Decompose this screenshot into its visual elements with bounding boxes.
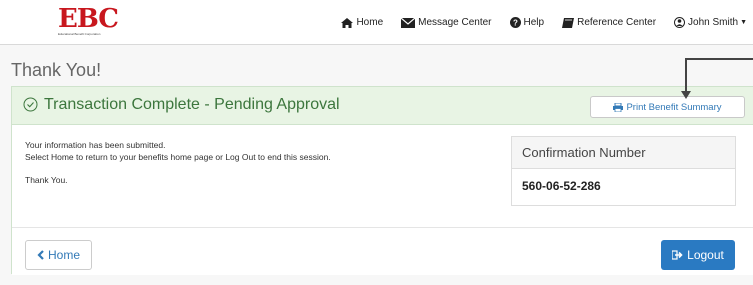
svg-text:?: ?	[513, 19, 518, 28]
message-line-1: Your information has been submitted.	[25, 140, 166, 150]
user-name: John Smith	[688, 17, 739, 28]
page-title: Thank You!	[11, 60, 102, 80]
panel-footer: Home Logout	[12, 227, 753, 275]
logout-button[interactable]: Logout	[661, 240, 735, 270]
confirmation-label: Confirmation Number	[512, 137, 735, 169]
nav-menu: Home Message Center ? Help Reference Cen…	[323, 0, 747, 45]
nav-home[interactable]: Home	[341, 17, 383, 28]
chevron-down-icon: ▼	[740, 19, 747, 26]
panel-heading: Transaction Complete - Pending Approval …	[12, 87, 753, 125]
chevron-left-icon	[37, 250, 44, 260]
check-circle-icon	[23, 97, 38, 112]
user-icon	[674, 17, 686, 28]
top-navbar: EBC Educational Benefit Corporation Home…	[0, 0, 753, 45]
confirmation-number: 560-06-52-286	[522, 179, 601, 193]
logo-text: EBC	[58, 4, 119, 34]
print-benefit-summary-button[interactable]: Print Benefit Summary	[590, 96, 745, 118]
sign-out-icon	[672, 250, 683, 260]
transaction-panel: Transaction Complete - Pending Approval …	[11, 86, 753, 275]
home-button[interactable]: Home	[25, 240, 92, 270]
home-icon	[341, 17, 354, 28]
confirmation-box: Confirmation Number 560-06-52-286	[511, 136, 736, 206]
nav-reference-center[interactable]: Reference Center	[562, 17, 656, 28]
nav-home-label: Home	[356, 17, 384, 28]
home-button-label: Home	[47, 248, 80, 262]
print-benefit-summary-label: Print Benefit Summary	[626, 101, 722, 113]
nav-help-label: Help	[523, 17, 545, 28]
message-line-3: Thank You.	[25, 175, 68, 185]
logo-subtitle: Educational Benefit Corporation	[58, 32, 101, 36]
logout-button-label: Logout	[687, 248, 724, 262]
ebc-logo[interactable]: EBC Educational Benefit Corporation	[58, 4, 119, 37]
submission-message: Your information has been submitted. Sel…	[25, 139, 331, 186]
nav-message-center[interactable]: Message Center	[401, 17, 492, 28]
question-circle-icon: ?	[509, 17, 521, 28]
message-line-2: Select Home to return to your benefits h…	[25, 152, 331, 162]
nav-reference-center-label: Reference Center	[577, 17, 657, 28]
print-icon	[613, 102, 624, 112]
nav-help[interactable]: ? Help	[509, 17, 545, 28]
user-menu[interactable]: John Smith ▼	[674, 17, 747, 28]
nav-message-center-label: Message Center	[418, 17, 492, 28]
envelope-icon	[401, 17, 416, 28]
book-icon	[562, 17, 575, 28]
panel-title: Transaction Complete - Pending Approval	[44, 96, 340, 113]
